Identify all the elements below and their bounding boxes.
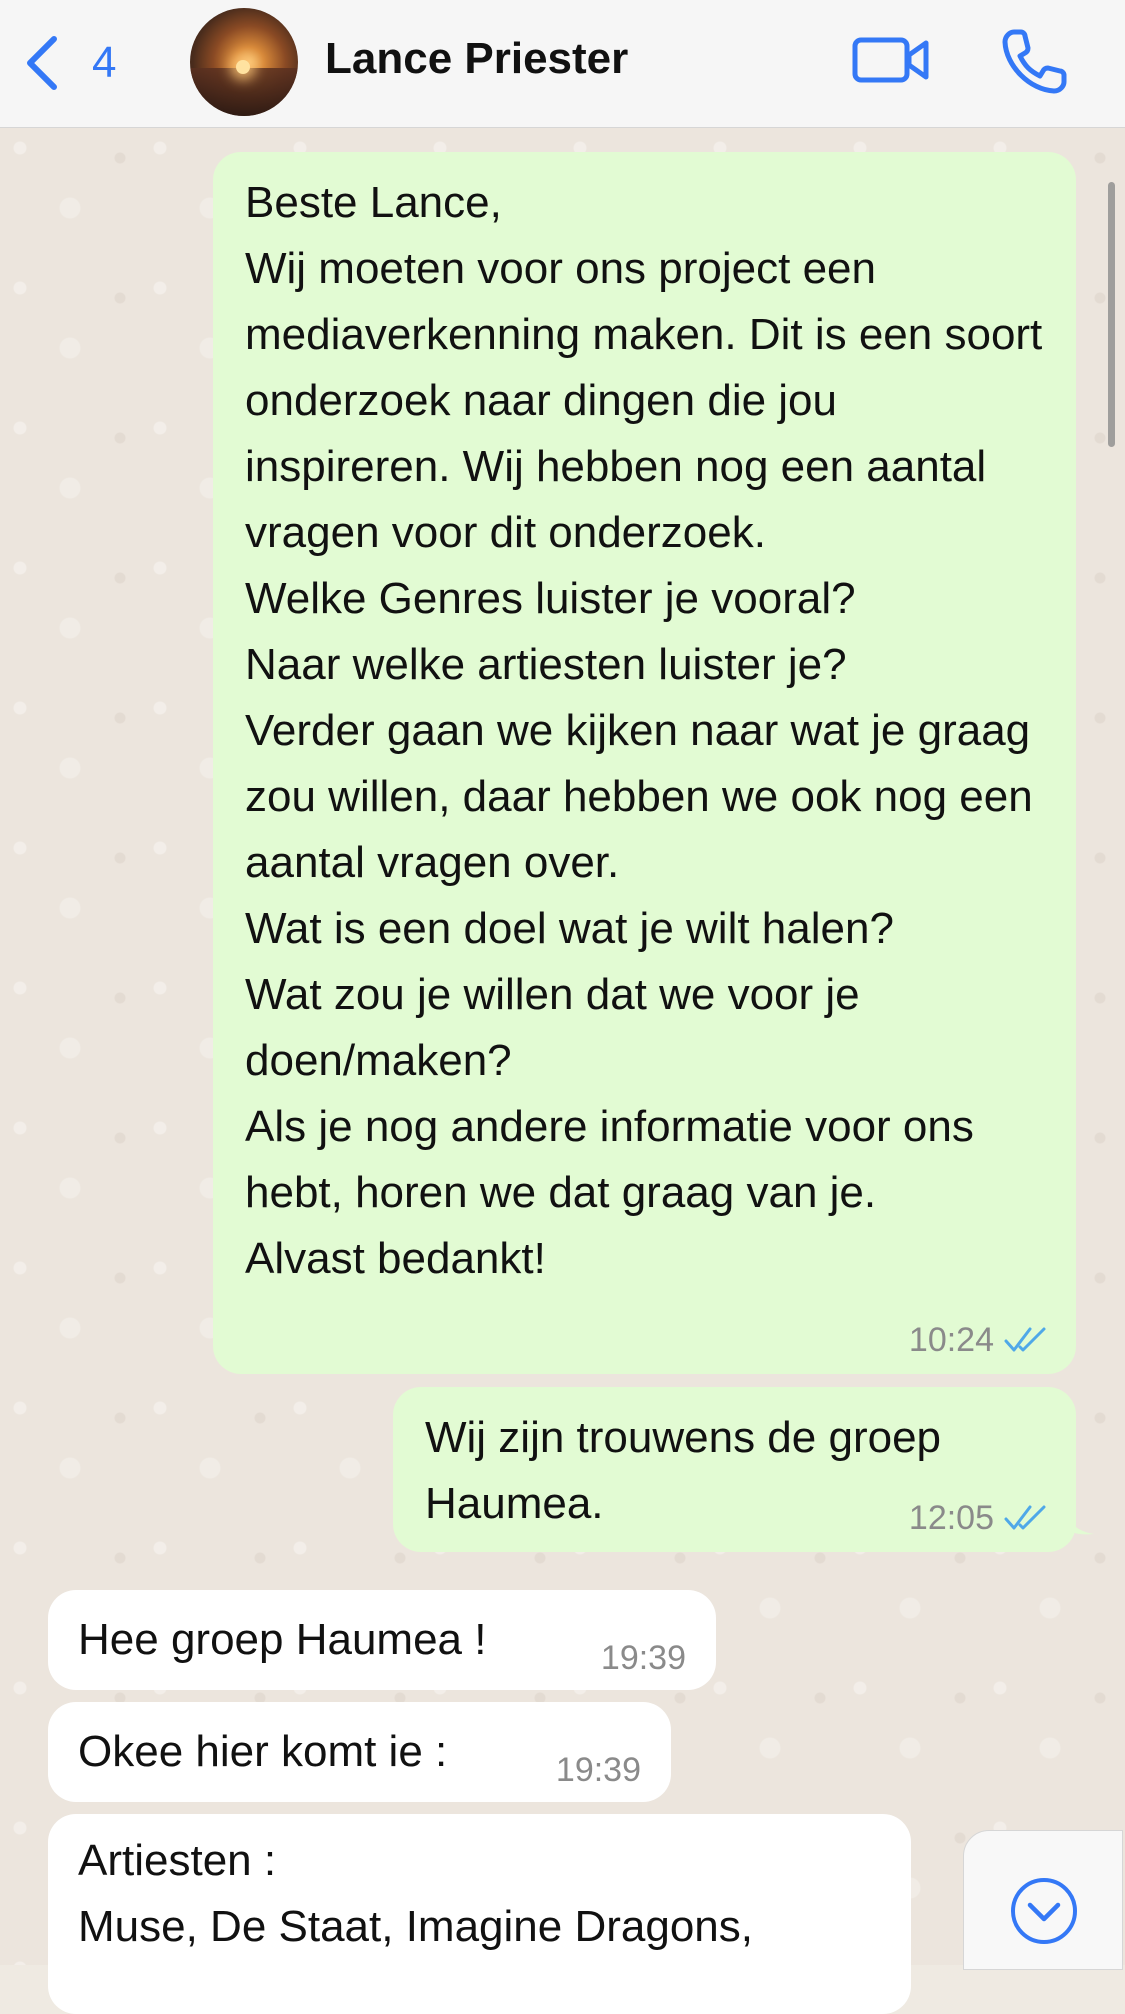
scrollbar[interactable] [1108, 182, 1115, 447]
message-time: 10:24 [908, 1321, 994, 1359]
chat-header: 4 Lance Priester [0, 0, 1125, 128]
message-bubble-outgoing[interactable]: Beste Lance, Wij moeten voor ons project… [213, 152, 1076, 1374]
message-text: Beste Lance, Wij moeten voor ons project… [245, 178, 1043, 1283]
chevron-down-circle-icon [1011, 1878, 1077, 1944]
message-meta: 10:24 [909, 1320, 1048, 1360]
message-bubble-incoming[interactable]: Hee groep Haumea ! 19:39 [48, 1590, 716, 1690]
message-text: Hee groep Haumea ! [78, 1615, 487, 1664]
message-text: Artiesten : Muse, De Staat, Imagine Drag… [78, 1836, 753, 1951]
avatar[interactable] [190, 8, 298, 116]
message-time: 19:39 [555, 1751, 641, 1789]
message-bubble-incoming[interactable]: Artiesten : Muse, De Staat, Imagine Drag… [48, 1814, 911, 2014]
message-bubble-outgoing[interactable]: Wij zijn trouwens de groep Haumea. 12:05 [393, 1387, 1094, 1552]
message-time: 12:05 [908, 1499, 994, 1537]
message-bubble-incoming[interactable]: Okee hier komt ie : 19:39 [48, 1702, 671, 1802]
chevron-left-icon [27, 36, 57, 90]
message-meta: 19:39 [601, 1638, 686, 1678]
back-button[interactable]: 4 [22, 28, 116, 98]
video-call-button[interactable] [852, 30, 932, 90]
message-meta: 19:39 [556, 1750, 641, 1790]
phone-icon [1002, 29, 1067, 94]
unread-count: 4 [92, 38, 117, 87]
video-camera-icon [852, 37, 929, 83]
message-time: 19:39 [600, 1639, 686, 1677]
double-check-icon [1004, 1505, 1046, 1530]
message-meta: 12:05 [909, 1498, 1048, 1538]
scroll-to-bottom-button[interactable] [963, 1830, 1123, 1970]
bubble-tail [1064, 1506, 1094, 1535]
voice-call-button[interactable] [1000, 26, 1070, 96]
double-check-icon [1004, 1327, 1046, 1352]
contact-name[interactable]: Lance Priester [325, 34, 628, 84]
